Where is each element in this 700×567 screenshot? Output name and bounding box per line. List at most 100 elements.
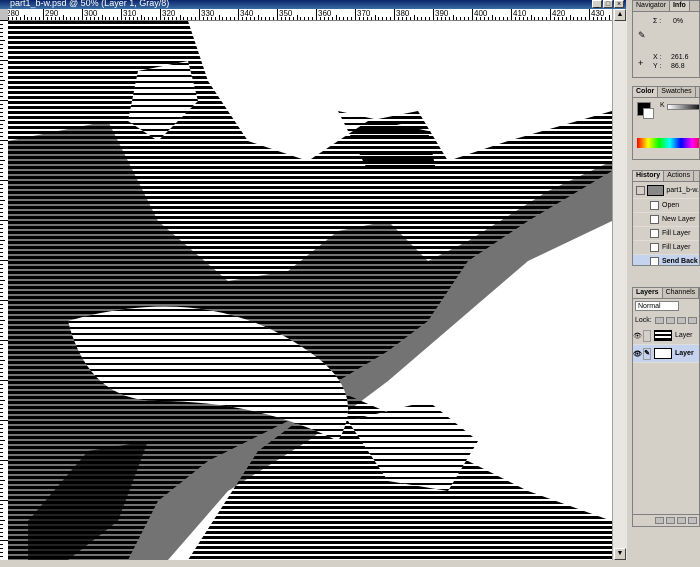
ruler-tick: [0, 96, 3, 97]
scroll-up-arrow[interactable]: ▲: [614, 9, 626, 21]
history-item[interactable]: Open: [633, 199, 699, 213]
color-spectrum-bar[interactable]: [637, 138, 699, 148]
ruler-tick: [0, 448, 3, 449]
lock-pixels-button[interactable]: [665, 316, 675, 324]
tab-swatches[interactable]: Swatches: [658, 87, 696, 97]
tab-actions[interactable]: Actions: [664, 171, 695, 181]
ruler-tick: [284, 17, 286, 20]
ruler-tick: [585, 17, 587, 20]
image-canvas[interactable]: [8, 21, 612, 560]
ruler-tick: [296, 15, 298, 20]
tab-info[interactable]: Info: [669, 1, 690, 11]
ruler-tick: [0, 424, 3, 425]
tab-layers[interactable]: Layers: [633, 288, 663, 298]
history-item[interactable]: Fill Layer: [633, 241, 699, 255]
minimize-button[interactable]: _: [592, 0, 602, 8]
ruler-tick: [0, 392, 3, 393]
ruler-tick: [35, 17, 37, 20]
ruler-tick: [27, 17, 29, 20]
tab-color[interactable]: Color: [633, 87, 659, 97]
ruler-tick: [0, 384, 3, 385]
ruler-tick: [132, 17, 134, 20]
ruler-tick: [0, 488, 3, 489]
ruler-tick: [214, 17, 216, 20]
delete-layer-button[interactable]: [688, 517, 697, 524]
history-item[interactable]: New Layer: [633, 213, 699, 227]
history-item-label: Fill Layer: [662, 244, 691, 251]
ruler-tick: [0, 388, 3, 389]
k-slider[interactable]: [667, 104, 699, 110]
ruler-tick: [0, 292, 3, 293]
ruler-tick: [210, 17, 212, 20]
ruler-tick: [0, 276, 3, 277]
close-button[interactable]: ×: [614, 0, 624, 8]
ruler-tick: [249, 17, 251, 20]
ruler-tick: [70, 17, 72, 20]
ruler-tick: [0, 216, 3, 217]
tab-navigator[interactable]: Navigator: [633, 1, 670, 11]
ruler-tick: [222, 17, 224, 20]
horizontal-ruler: 2802903003103203303403503603703803904004…: [8, 9, 614, 21]
ruler-tick: [0, 92, 3, 93]
ruler-tick: [0, 436, 3, 437]
ruler-tick: [0, 56, 3, 57]
lock-position-button[interactable]: [676, 316, 686, 324]
adjustment-layer-button[interactable]: [666, 517, 675, 524]
tab-history[interactable]: History: [633, 171, 665, 181]
ruler-tick: [179, 15, 181, 20]
ruler-tick: [0, 380, 8, 381]
ruler-tick: [0, 300, 8, 301]
ruler-tick: [93, 17, 95, 20]
horizontal-scrollbar[interactable]: [0, 560, 626, 567]
ruler-tick: [495, 17, 497, 20]
ruler-tick: [241, 17, 243, 20]
ruler-tick: [604, 17, 606, 20]
history-snapshot[interactable]: part1_b-w.: [633, 182, 699, 199]
ruler-tick: [218, 15, 220, 20]
scroll-down-arrow[interactable]: ▼: [614, 548, 626, 560]
eye-icon[interactable]: 👁: [633, 332, 642, 340]
ruler-tick: [608, 15, 610, 20]
y-value: 86.8: [671, 63, 685, 70]
new-layer-button[interactable]: [677, 517, 686, 524]
lock-all-button[interactable]: [687, 316, 697, 324]
ruler-tick: [0, 108, 3, 109]
ruler-tick: [475, 17, 477, 20]
history-item-label: New Layer: [662, 216, 696, 223]
ruler-tick: [362, 17, 364, 20]
history-item-label: Fill Layer: [662, 230, 691, 237]
ruler-tick: [401, 17, 403, 20]
ruler-tick: [128, 17, 130, 20]
eye-icon[interactable]: 👁: [633, 350, 642, 358]
ruler-tick: [390, 17, 392, 20]
k-label: K: [660, 102, 665, 109]
ruler-tick: [0, 556, 3, 557]
ruler-tick: [0, 516, 3, 517]
ruler-tick: [0, 360, 5, 361]
tab-channels[interactable]: Channels: [663, 288, 699, 298]
layer-style-button[interactable]: [655, 517, 664, 524]
background-color-swatch[interactable]: [643, 108, 654, 119]
ruler-tick: [11, 17, 13, 20]
x-label: X :: [653, 54, 662, 61]
ruler-tick: [0, 524, 3, 525]
ruler-tick: [538, 17, 540, 20]
vertical-scrollbar[interactable]: ▲ ▼: [612, 9, 627, 560]
layer-row[interactable]: 👁 Layer: [633, 327, 699, 345]
ruler-tick: [366, 17, 368, 20]
ruler-tick: [163, 17, 165, 20]
maximize-button[interactable]: □: [603, 0, 613, 8]
layer-link-box[interactable]: [643, 329, 651, 342]
ruler-tick: [0, 344, 3, 345]
ruler-tick: [429, 17, 431, 20]
lock-transparency-button[interactable]: [654, 316, 664, 324]
ruler-tick: [507, 17, 509, 20]
ruler-tick: [413, 15, 415, 20]
history-item-selected[interactable]: Send Back: [633, 255, 699, 265]
ruler-tick: [74, 17, 76, 20]
layer-row-selected[interactable]: 👁 ✎ Layer: [633, 345, 699, 363]
ruler-tick: [160, 9, 161, 20]
history-item[interactable]: Fill Layer: [633, 227, 699, 241]
document-title-bar[interactable]: part1_b-w.psd @ 50% (Layer 1, Gray/8) _ …: [0, 0, 626, 9]
blend-mode-select[interactable]: Normal: [635, 301, 679, 311]
